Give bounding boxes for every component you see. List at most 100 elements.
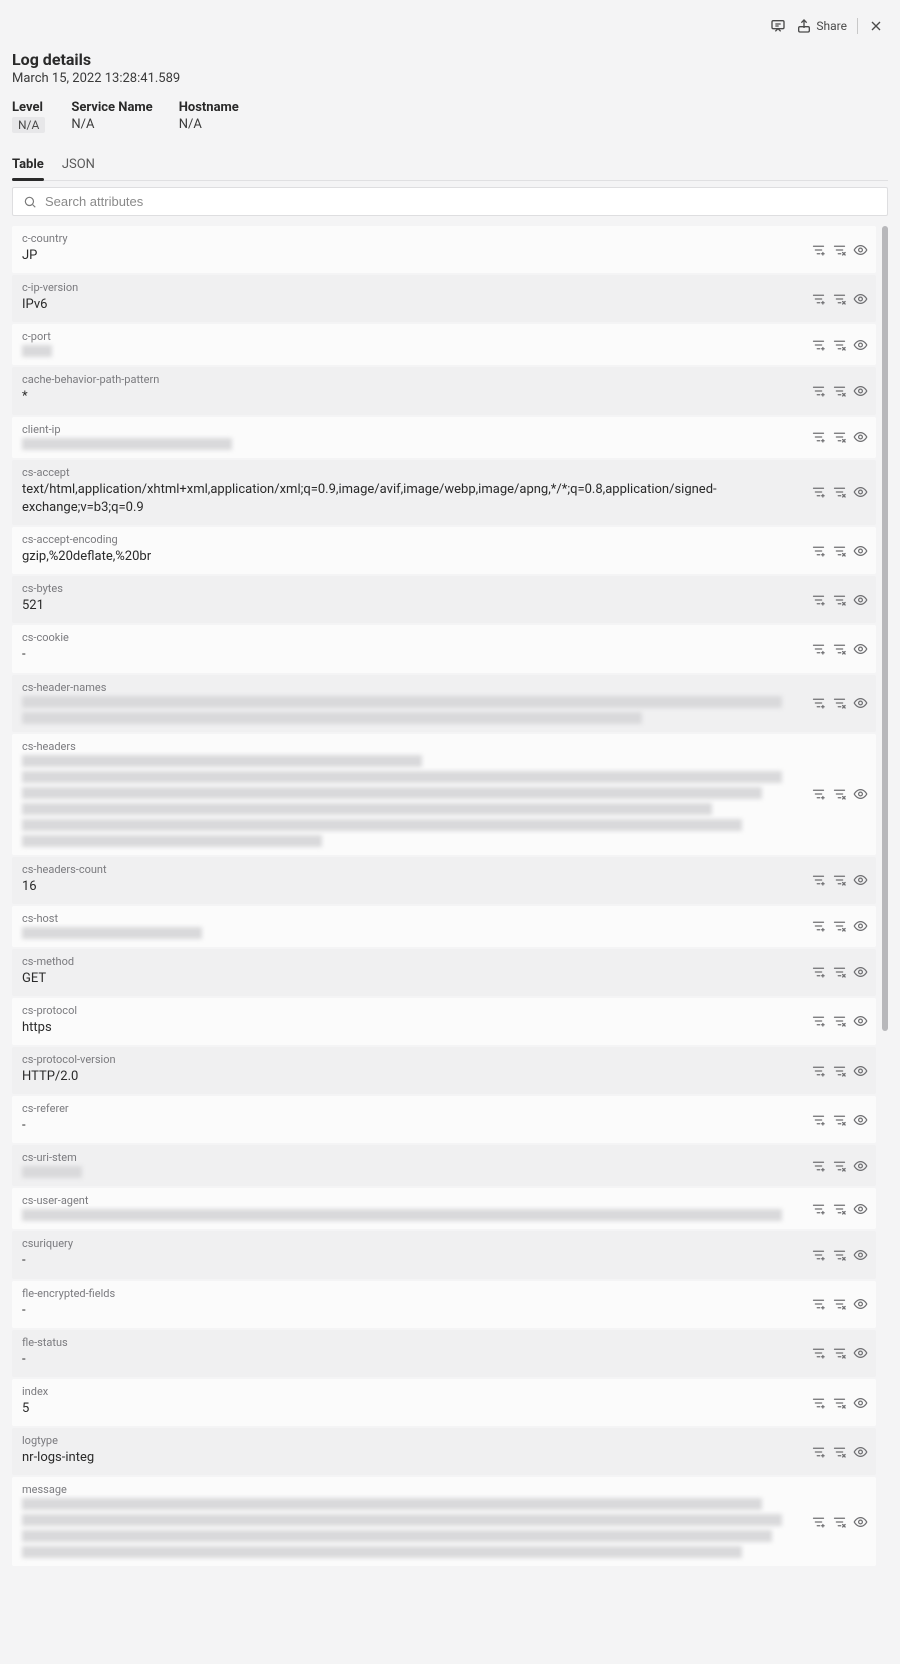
show-surrounding-button[interactable] [853,592,868,607]
show-surrounding-button[interactable] [853,1444,868,1459]
filter-in-button[interactable] [811,873,826,888]
filter-in-button[interactable] [811,641,826,656]
filter-out-button[interactable] [832,291,847,306]
filter-remove-icon [832,485,847,500]
show-surrounding-button[interactable] [853,337,868,352]
filter-out-button[interactable] [832,919,847,934]
show-surrounding-button[interactable] [853,291,868,306]
filter-in-button[interactable] [811,1248,826,1263]
filter-in-button[interactable] [811,696,826,711]
attribute-key: index [22,1385,866,1398]
filter-in-button[interactable] [811,485,826,500]
filter-out-button[interactable] [832,873,847,888]
attribute-row: cs-headers-count16 [12,857,876,904]
filter-in-button[interactable] [811,1297,826,1312]
show-surrounding-button[interactable] [853,1112,868,1127]
filter-out-button[interactable] [832,337,847,352]
show-surrounding-button[interactable] [853,485,868,500]
filter-in-button[interactable] [811,1346,826,1361]
show-surrounding-button[interactable] [853,1395,868,1410]
filter-in-button[interactable] [811,1112,826,1127]
filter-in-button[interactable] [811,1014,826,1029]
show-surrounding-button[interactable] [853,1248,868,1263]
filter-in-button[interactable] [811,787,826,802]
show-surrounding-button[interactable] [853,430,868,445]
filter-add-icon [811,242,826,257]
show-surrounding-button[interactable] [853,919,868,934]
tab-table[interactable]: Table [12,151,44,180]
filter-out-button[interactable] [832,383,847,398]
show-surrounding-button[interactable] [853,1297,868,1312]
eye-icon [853,641,868,656]
attribute-value-redacted [22,438,866,450]
show-surrounding-button[interactable] [853,1014,868,1029]
filter-out-button[interactable] [832,641,847,656]
scrollbar-thumb[interactable] [882,226,888,1031]
filter-in-button[interactable] [811,919,826,934]
close-button[interactable] [868,18,884,34]
attribute-key: csuriquery [22,1237,866,1250]
filter-out-button[interactable] [832,1014,847,1029]
filter-remove-icon [832,919,847,934]
attribute-row: cs-headers [12,734,876,855]
filter-out-button[interactable] [832,1346,847,1361]
filter-out-button[interactable] [832,965,847,980]
filter-in-button[interactable] [811,337,826,352]
filter-out-button[interactable] [832,1248,847,1263]
filter-in-button[interactable] [811,430,826,445]
filter-add-icon [811,1112,826,1127]
filter-in-button[interactable] [811,592,826,607]
show-surrounding-button[interactable] [853,965,868,980]
tab-json[interactable]: JSON [62,151,95,180]
show-surrounding-button[interactable] [853,1063,868,1078]
filter-in-button[interactable] [811,1395,826,1410]
filter-in-button[interactable] [811,242,826,257]
filter-add-icon [811,1201,826,1216]
filter-out-button[interactable] [832,1514,847,1529]
show-surrounding-button[interactable] [853,1201,868,1216]
filter-out-button[interactable] [832,1158,847,1173]
filter-in-button[interactable] [811,383,826,398]
filter-add-icon [811,787,826,802]
filter-out-button[interactable] [832,543,847,558]
search-attributes-wrap[interactable] [12,187,888,216]
row-actions [811,1158,868,1173]
show-surrounding-button[interactable] [853,873,868,888]
show-surrounding-button[interactable] [853,696,868,711]
filter-in-button[interactable] [811,1063,826,1078]
filter-out-button[interactable] [832,1395,847,1410]
filter-out-button[interactable] [832,242,847,257]
filter-add-icon [811,485,826,500]
show-surrounding-button[interactable] [853,1346,868,1361]
filter-out-button[interactable] [832,430,847,445]
scrollbar[interactable] [882,226,888,1568]
show-surrounding-button[interactable] [853,787,868,802]
row-actions [811,1514,868,1529]
filter-out-button[interactable] [832,787,847,802]
filter-out-button[interactable] [832,592,847,607]
show-surrounding-button[interactable] [853,543,868,558]
eye-icon [853,291,868,306]
show-surrounding-button[interactable] [853,383,868,398]
show-surrounding-button[interactable] [853,242,868,257]
show-surrounding-button[interactable] [853,641,868,656]
filter-out-button[interactable] [832,485,847,500]
filter-in-button[interactable] [811,1158,826,1173]
show-surrounding-button[interactable] [853,1514,868,1529]
filter-in-button[interactable] [811,1514,826,1529]
filter-out-button[interactable] [832,1297,847,1312]
filter-out-button[interactable] [832,1112,847,1127]
filter-out-button[interactable] [832,1444,847,1459]
filter-out-button[interactable] [832,1063,847,1078]
filter-in-button[interactable] [811,1201,826,1216]
filter-in-button[interactable] [811,543,826,558]
query-icon-button[interactable] [770,18,786,34]
filter-in-button[interactable] [811,965,826,980]
filter-in-button[interactable] [811,1444,826,1459]
filter-out-button[interactable] [832,696,847,711]
search-input[interactable] [45,194,877,209]
filter-out-button[interactable] [832,1201,847,1216]
share-button[interactable]: Share [796,18,847,34]
show-surrounding-button[interactable] [853,1158,868,1173]
filter-in-button[interactable] [811,291,826,306]
